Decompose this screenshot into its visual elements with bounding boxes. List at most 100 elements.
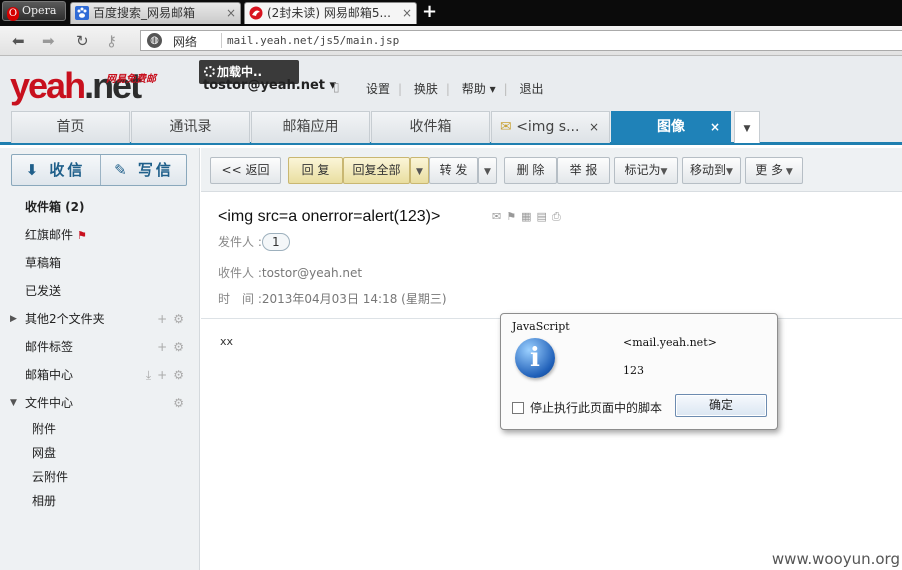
sidebar-item-file-center[interactable]: ▼ 文件中心 ⚙ (0, 389, 200, 417)
sent-time: 2013年04月03日 14:18 (星期三) (261, 292, 447, 306)
settings-link[interactable]: 设置 (366, 82, 390, 96)
filecenter-tools[interactable]: ⚙ (173, 389, 190, 417)
delete-button[interactable]: 删 除 (504, 157, 557, 184)
sidebar-item-drafts[interactable]: 草稿箱 (0, 249, 200, 277)
chevron-down-icon: ▼ (783, 167, 793, 177)
chevron-down-icon: ▼ (484, 167, 491, 177)
sidebar-subitem-cloud-attachments[interactable]: 云附件 (0, 465, 200, 489)
forward-options-dropdown[interactable]: ▼ (478, 157, 497, 184)
reply-options-dropdown[interactable]: ▼ (410, 157, 429, 184)
note-icon: ▤ (536, 210, 552, 223)
close-tab-icon[interactable]: × (589, 112, 599, 142)
compose-button[interactable]: ✎ 写信 (100, 155, 187, 185)
chevron-down-icon[interactable]: ▼ (10, 389, 17, 417)
sidebar-item-labels[interactable]: 邮件标签 +⚙ (0, 333, 200, 361)
sidebar-subitem-netdisk[interactable]: 网盘 (0, 441, 200, 465)
mobile-icon[interactable]: ▯ (333, 80, 340, 94)
move-to-menu[interactable]: 移动到▼ (682, 157, 741, 184)
skin-link[interactable]: 换肤 (414, 82, 438, 96)
sidebar-item-inbox[interactable]: 收件箱 (2) (0, 193, 200, 221)
opera-menu-button[interactable]: O Opera (2, 1, 66, 21)
folder-tools[interactable]: +⚙ (157, 305, 190, 333)
tab-title: (2封未读) 网易邮箱5... (267, 6, 391, 20)
tab-contacts[interactable]: 通讯录 (131, 111, 250, 143)
sidebar-item-other-folders[interactable]: ▶ 其他2个文件夹 +⚙ (0, 305, 200, 333)
globe-icon: ◍ (147, 33, 162, 48)
reply-all-button[interactable]: 回复全部 (343, 157, 410, 184)
gear-icon: ⚙ (173, 340, 190, 354)
account-menu[interactable]: tostor@yeah.net ▾ (203, 78, 336, 93)
opera-logo-icon: O (7, 7, 19, 21)
spinner-icon (204, 66, 215, 77)
red-flag-icon: ⚑ (77, 229, 87, 242)
browser-tab-baidu[interactable]: 百度搜索_网易邮箱 × (70, 2, 241, 24)
url-field[interactable]: ◍ 网络 mail.yeah.net/js5/main.jsp (140, 30, 902, 51)
tab-title: 百度搜索_网易邮箱 (93, 6, 196, 20)
reply-button[interactable]: 回 复 (288, 157, 343, 184)
watermark: www.wooyun.org (771, 550, 900, 568)
help-link[interactable]: 帮助 ▾ (462, 82, 496, 96)
message-action-icons[interactable]: ✉⚑▦▤⎙ (492, 210, 566, 224)
message-body: xx (220, 335, 234, 348)
download-icon: ⤓ (145, 368, 158, 382)
key-icon[interactable]: ⚷ (106, 32, 117, 50)
chevron-down-icon: ▼ (660, 167, 668, 177)
tab-home[interactable]: 首页 (11, 111, 130, 143)
sidebar-item-flagged[interactable]: 红旗邮件 ⚑ (0, 221, 200, 249)
plus-icon: + (157, 368, 174, 382)
security-zone-label: 网络 (173, 35, 198, 49)
receive-button[interactable]: ⬇ 收信 (12, 155, 99, 185)
back-arrow-icon[interactable]: ⬅ (12, 32, 25, 50)
dialog-message: 123 (623, 364, 644, 377)
chevron-down-icon: ▼ (726, 167, 733, 177)
top-menu: 设置 | 换肤 | 帮助 ▾ | 退出 (366, 82, 544, 96)
sidebar-subitem-albums[interactable]: 相册 (0, 489, 200, 513)
new-tab-button[interactable]: + (422, 1, 437, 22)
tab-apps[interactable]: 邮箱应用 (251, 111, 370, 143)
close-tab-icon[interactable]: × (402, 3, 412, 23)
tab-message[interactable]: ✉ <img s... × (491, 111, 610, 143)
label-tools[interactable]: +⚙ (157, 333, 190, 361)
gear-icon: ⚙ (173, 396, 190, 410)
mailcenter-tools[interactable]: ⤓+⚙ (146, 361, 190, 389)
tab-overflow-dropdown[interactable]: ▼ (734, 111, 760, 143)
reload-icon[interactable]: ↻ (76, 32, 89, 50)
message-toolbar: << 返回 回 复 回复全部 ▼ 转 发 ▼ 删 除 举 报 标记为▼ 移动到▼… (201, 148, 902, 192)
plus-icon: + (157, 340, 174, 354)
recipient-address[interactable]: tostor@yeah.net (262, 266, 362, 280)
primary-actions: ⬇ 收信 ✎ 写信 (11, 154, 187, 186)
recipient-row: 收件人 :tostor@yeah.net (218, 266, 363, 280)
ok-button[interactable]: 确定 (675, 394, 767, 417)
tab-inbox[interactable]: 收件箱 (371, 111, 490, 143)
browser-tab-mail[interactable]: (2封未读) 网易邮箱5... × (244, 2, 417, 24)
message-subject: <img src=a onerror=alert(123)> (218, 208, 441, 225)
mail-header: yeah.net 网易免费邮 加载中.. tostor@yeah.net ▾ ▯… (0, 56, 902, 145)
sender-chip[interactable]: 1 (261, 233, 290, 251)
sidebar-subitem-attachments[interactable]: 附件 (0, 417, 200, 441)
download-icon: ⬇ (25, 161, 42, 179)
baidu-paw-icon (75, 6, 89, 20)
chevron-right-icon[interactable]: ▶ (10, 305, 17, 333)
address-bar: ⬅ ➡ ↻ ⚷ ◍ 网络 mail.yeah.net/js5/main.jsp (0, 26, 902, 56)
dialog-title: JavaScript (512, 320, 570, 333)
sidebar-item-mail-center[interactable]: 邮箱中心 ⤓+⚙ (0, 361, 200, 389)
url-text[interactable]: mail.yeah.net/js5/main.jsp (227, 34, 399, 47)
close-tab-icon[interactable]: × (710, 112, 720, 142)
report-button[interactable]: 举 报 (557, 157, 610, 184)
logo-subtitle: 网易免费邮 (106, 74, 156, 85)
stop-scripts-checkbox[interactable]: 停止执行此页面中的脚本 (512, 399, 662, 416)
sidebar-item-sent[interactable]: 已发送 (0, 277, 200, 305)
dialog-origin: <mail.yeah.net> (623, 336, 717, 349)
back-button[interactable]: << 返回 (210, 157, 281, 184)
logout-link[interactable]: 退出 (520, 82, 544, 96)
envelope-pen-icon: ✉ (500, 119, 512, 135)
checkbox-icon[interactable] (512, 402, 524, 414)
info-icon: i (515, 338, 555, 378)
tab-image[interactable]: 图像 × (611, 111, 731, 143)
chevron-down-icon: ▼ (416, 167, 423, 177)
forward-button[interactable]: 转 发 (429, 157, 478, 184)
forward-arrow-icon[interactable]: ➡ (42, 32, 55, 50)
mark-as-menu[interactable]: 标记为▼ (614, 157, 678, 184)
close-tab-icon[interactable]: × (226, 3, 236, 23)
more-menu[interactable]: 更 多 ▼ (745, 157, 803, 184)
